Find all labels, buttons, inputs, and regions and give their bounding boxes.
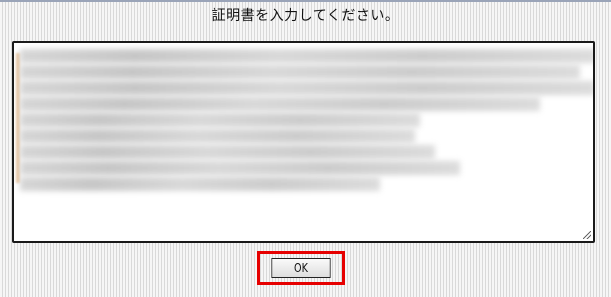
certificate-input[interactable]: [14, 43, 593, 241]
resize-grip-icon[interactable]: [583, 231, 591, 239]
certificate-textarea-frame[interactable]: [12, 41, 595, 243]
window-top-border: [0, 0, 611, 2]
certificate-prompt: 証明書を入力してください。: [211, 8, 400, 24]
ok-button[interactable]: OK: [271, 258, 331, 278]
